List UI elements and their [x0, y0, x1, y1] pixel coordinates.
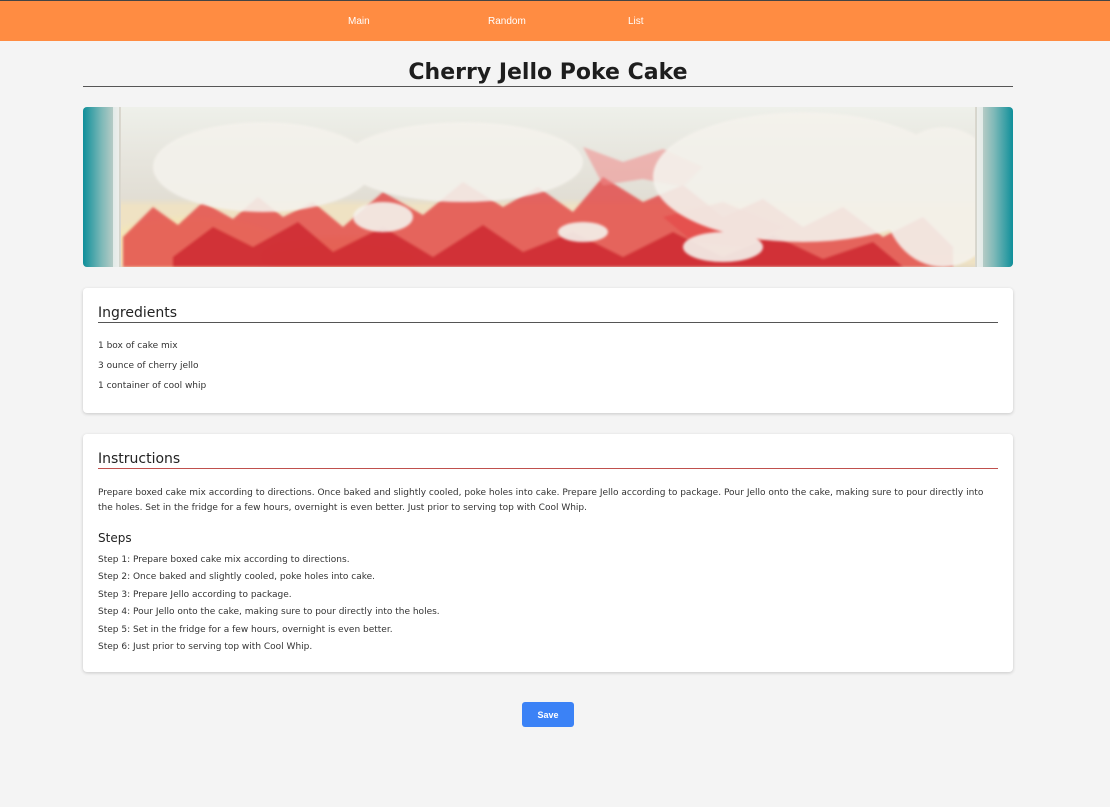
step-item: Step 1: Prepare boxed cake mix according…: [98, 555, 350, 565]
nav-link-list[interactable]: List: [628, 16, 644, 28]
top-nav-bar: Main Random List: [0, 0, 1110, 41]
ingredient-item: 1 container of cool whip: [98, 381, 207, 391]
step-item: Step 6: Just prior to serving top with C…: [98, 642, 313, 652]
nav-link-random[interactable]: Random: [488, 16, 526, 28]
recipe-title: Cherry Jello Poke Cake: [408, 60, 688, 85]
save-button[interactable]: Save: [522, 702, 574, 727]
ingredients-card: Ingredients 1 box of cake mix 3 ounce of…: [83, 288, 1013, 413]
ingredients-heading: Ingredients: [98, 305, 177, 321]
nav-link-main[interactable]: Main: [348, 16, 370, 28]
step-item: Step 5: Set in the fridge for a few hour…: [98, 625, 393, 635]
recipe-image: [83, 107, 1013, 267]
step-item: Step 3: Prepare Jello according to packa…: [98, 590, 292, 600]
steps-heading: Steps: [98, 531, 132, 545]
ingredients-divider: [98, 322, 998, 323]
step-item: Step 4: Pour Jello onto the cake, making…: [98, 607, 440, 617]
instructions-divider: [98, 468, 998, 469]
cake-photo: [83, 107, 1013, 267]
title-divider: [83, 86, 1013, 87]
instructions-card: Instructions Prepare boxed cake mix acco…: [83, 434, 1013, 672]
ingredient-item: 3 ounce of cherry jello: [98, 361, 199, 371]
instructions-text: Prepare boxed cake mix according to dire…: [98, 488, 984, 513]
instructions-heading: Instructions: [98, 451, 181, 467]
step-item: Step 2: Once baked and slightly cooled, …: [98, 572, 376, 582]
ingredient-item: 1 box of cake mix: [98, 341, 178, 351]
